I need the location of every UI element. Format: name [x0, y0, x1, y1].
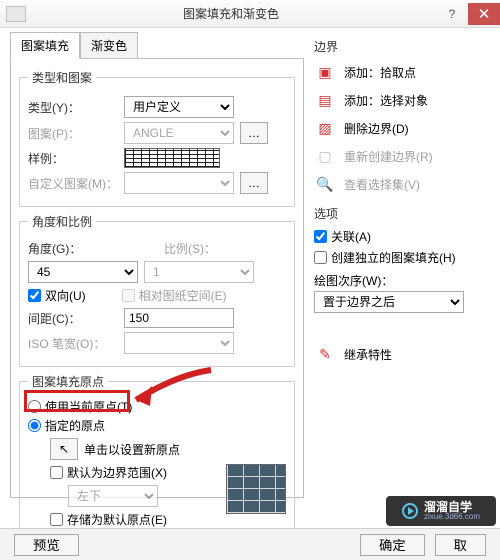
delete-boundary-label[interactable]: 删除边界(D) — [344, 120, 409, 137]
custom-browse-button[interactable]: … — [240, 172, 268, 194]
add-select-icon[interactable]: ▤ — [314, 89, 336, 111]
close-button[interactable]: ✕ — [468, 3, 500, 25]
add-select-label[interactable]: 添加：选择对象 — [344, 92, 428, 109]
click-set-label: 单击以设置新原点 — [84, 441, 180, 458]
assoc-checkbox[interactable]: 关联(A) — [314, 228, 490, 245]
preview-button[interactable]: 预览 — [14, 534, 79, 556]
group-angle-legend: 角度和比例 — [28, 213, 96, 230]
inherit-label[interactable]: 继承特性 — [344, 346, 392, 363]
draw-order-select[interactable]: 置于边界之后 — [314, 291, 464, 313]
group-origin-legend: 图案填充原点 — [28, 373, 108, 390]
scale-select: 1 — [144, 261, 254, 283]
window-title: 图案填充和渐变色 — [26, 5, 436, 22]
sample-label: 样例： — [28, 150, 118, 167]
custom-pattern-label: 自定义图案(M)： — [28, 175, 118, 192]
help-button[interactable]: ? — [436, 3, 468, 25]
store-default-checkbox[interactable] — [50, 513, 63, 526]
custom-pattern-select — [124, 172, 234, 194]
type-select[interactable]: 用户定义 — [124, 96, 234, 118]
set-origin-pick-button[interactable]: ↖ — [50, 438, 78, 460]
specify-origin-radio[interactable] — [28, 419, 41, 432]
cancel-button[interactable]: 取 — [435, 534, 486, 556]
view-selection-label: 查看选择集(V) — [344, 176, 420, 193]
pattern-swatch[interactable] — [124, 148, 220, 168]
recreate-boundary-label: 重新创建边界(R) — [344, 148, 433, 165]
range-pos-select: 左下 — [68, 485, 158, 507]
use-current-origin-radio[interactable] — [28, 400, 41, 413]
tab-pattern-fill[interactable]: 图案填充 — [10, 32, 80, 59]
recreate-boundary-icon: ▢ — [314, 145, 336, 167]
add-pick-label[interactable]: 添加：拾取点 — [344, 64, 416, 81]
ok-button[interactable]: 确定 — [360, 534, 425, 556]
spacing-input[interactable] — [124, 308, 234, 328]
group-type-legend: 类型和图案 — [28, 69, 96, 86]
isopen-label: ISO 笔宽(O)： — [28, 335, 118, 352]
spacing-label: 间距(C)： — [28, 310, 118, 327]
watermark-logo: 溜溜自学 zixue.3d66.com — [386, 496, 496, 526]
add-pick-icon[interactable]: ▣ — [314, 61, 336, 83]
scale-label: 比例(S)： — [164, 240, 216, 257]
tab-gradient[interactable]: 渐变色 — [80, 32, 138, 59]
options-header: 选项 — [314, 205, 490, 222]
boundary-header: 边界 — [314, 38, 490, 55]
double-checkbox[interactable]: 双向(U) — [28, 287, 86, 304]
draw-order-label: 绘图次序(W)： — [314, 272, 490, 289]
relpaper-checkbox — [122, 289, 135, 302]
origin-preview-swatch — [226, 464, 286, 514]
delete-boundary-icon[interactable]: ▨ — [314, 117, 336, 139]
angle-select[interactable]: 45 — [28, 261, 138, 283]
view-selection-icon: 🔍 — [314, 173, 336, 195]
pattern-browse-button[interactable]: … — [240, 122, 268, 144]
isopen-select — [124, 332, 234, 354]
pattern-select: ANGLE — [124, 122, 234, 144]
use-current-origin-label: 使用当前原点(T) — [45, 398, 132, 415]
angle-label: 角度(G)： — [28, 240, 118, 257]
pattern-label: 图案(P)： — [28, 125, 118, 142]
default-range-checkbox[interactable] — [50, 466, 63, 479]
indep-checkbox[interactable]: 创建独立的图案填充(H) — [314, 249, 490, 266]
inherit-icon[interactable]: ✎ — [314, 343, 336, 365]
specify-origin-label: 指定的原点 — [45, 417, 105, 434]
app-icon — [6, 6, 26, 22]
type-label: 类型(Y)： — [28, 99, 118, 116]
